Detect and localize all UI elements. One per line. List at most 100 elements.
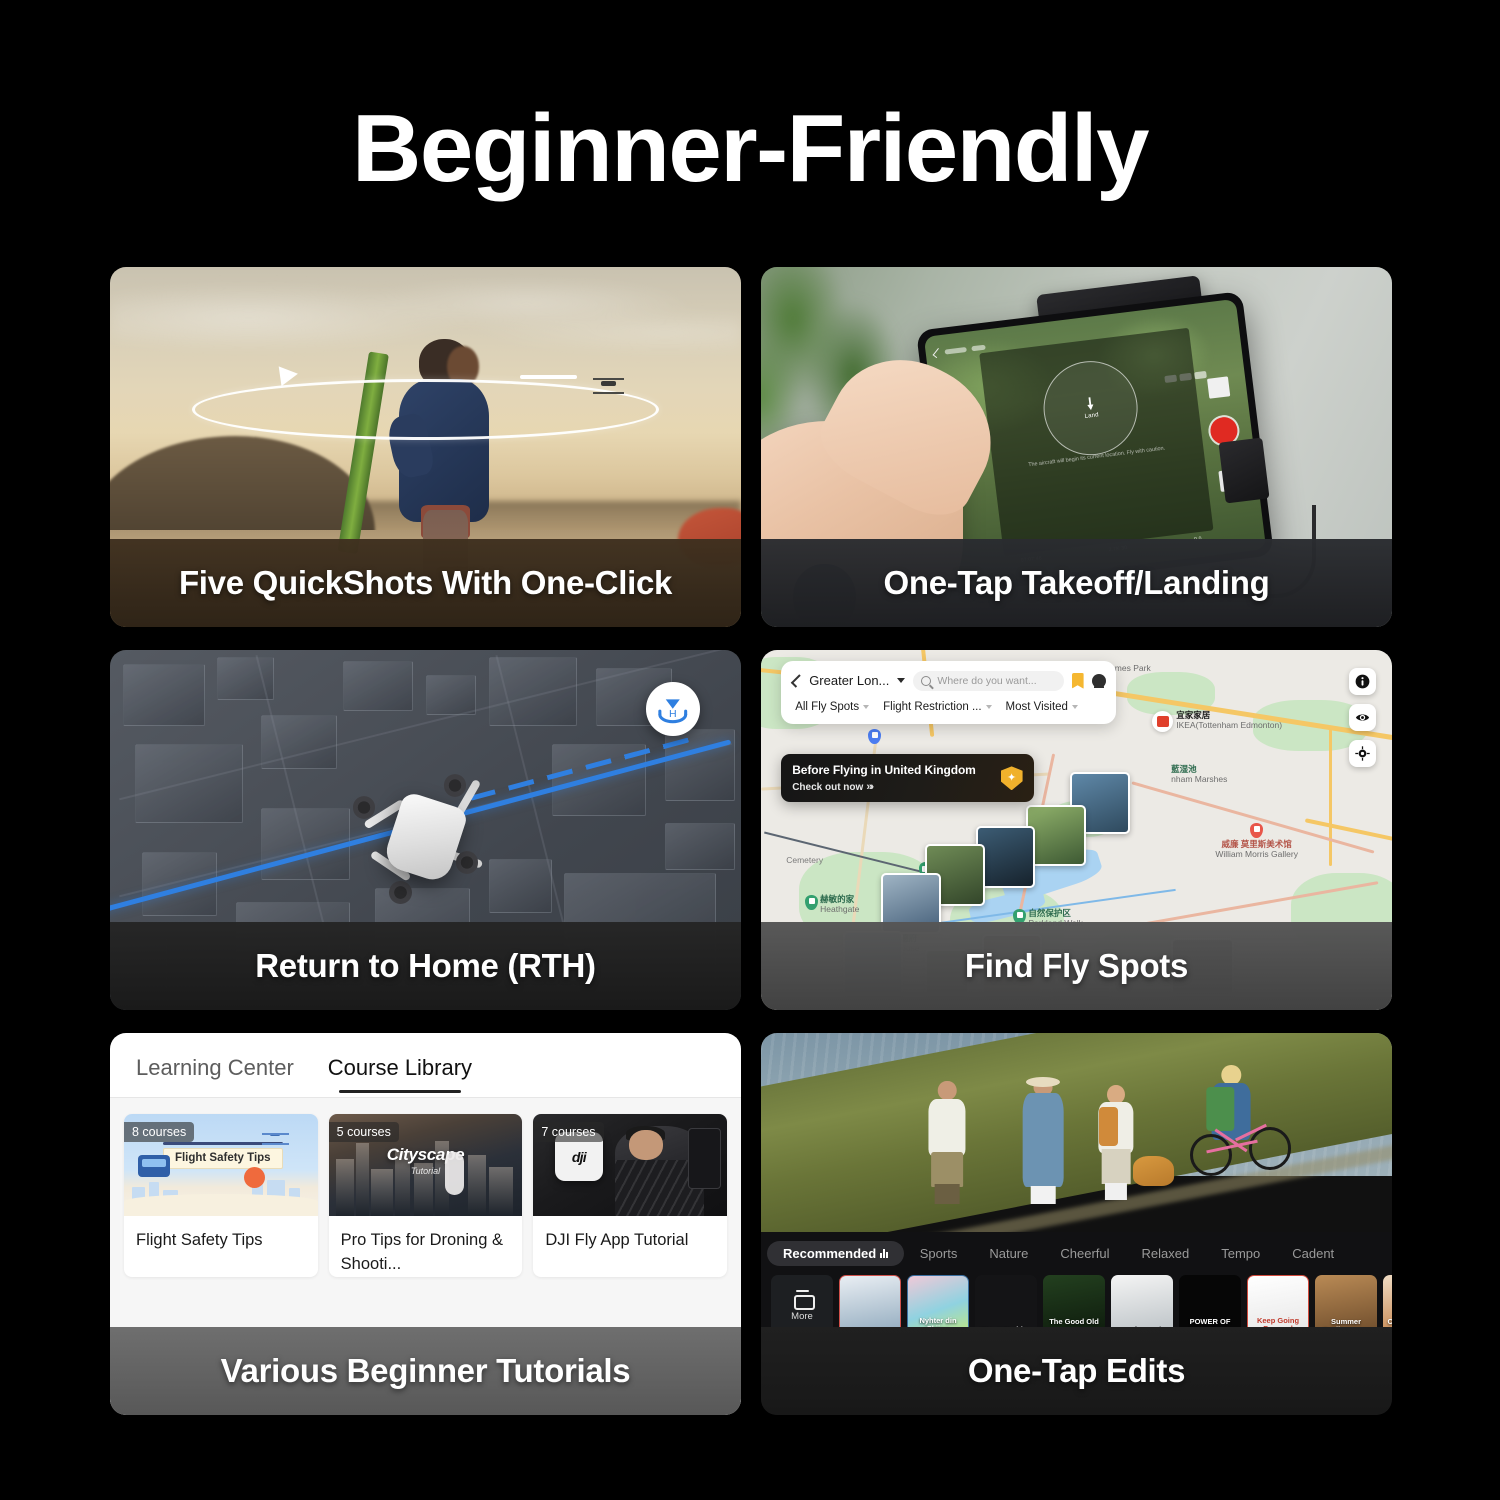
map-pin-icon bbox=[1250, 822, 1264, 838]
info-icon[interactable] bbox=[1348, 668, 1376, 695]
more-label: More bbox=[791, 1310, 813, 1322]
card-takeoff-landing[interactable]: Land The aircraft will begin its current… bbox=[761, 267, 1392, 627]
template-thumbnail[interactable] bbox=[839, 1274, 901, 1327]
land-arrow-icon bbox=[1085, 397, 1096, 411]
person-figure bbox=[1020, 1076, 1067, 1204]
family-photo bbox=[761, 1033, 1392, 1232]
bicycle bbox=[1190, 1116, 1292, 1184]
more-icon bbox=[793, 1289, 815, 1310]
rth-home-icon[interactable]: H bbox=[646, 682, 700, 737]
map-filter-row: All Fly Spots Flight Restriction ... Mos… bbox=[781, 697, 1115, 724]
parking-pin-icon bbox=[868, 729, 882, 745]
template-thumbnail[interactable]: Cool Age Long Time bbox=[1383, 1274, 1392, 1327]
remote-controller-icon bbox=[137, 1154, 171, 1178]
person-figure bbox=[925, 1080, 969, 1204]
poi-ikea[interactable]: 宜家家居 IKEA(Tottenham Edmonton) bbox=[1152, 710, 1282, 733]
drone-icon bbox=[592, 377, 625, 390]
poi-marshes[interactable]: 藍湿池 nham Marshes bbox=[1171, 764, 1227, 785]
feature-card-grid: Five QuickShots With One-Click Land The … bbox=[110, 267, 1392, 1415]
card-caption-tutorials: Various Beginner Tutorials bbox=[110, 1327, 741, 1415]
map-pin-icon bbox=[805, 894, 819, 910]
template-thumbnail[interactable]: Street Fashion bbox=[975, 1274, 1037, 1327]
map-search-panel[interactable]: Greater Lon... Where do you want... All … bbox=[781, 660, 1116, 724]
photo-mode-button[interactable] bbox=[1207, 376, 1231, 399]
banner-title: Before Flying in United Kingdom bbox=[792, 763, 976, 778]
tab-cadent[interactable]: Cadent bbox=[1276, 1241, 1350, 1266]
card-return-to-home[interactable]: H Return to Home (RTH) bbox=[110, 650, 741, 1010]
location-selector-label[interactable]: Greater Lon... bbox=[809, 673, 889, 688]
filter-flight-restriction[interactable]: Flight Restriction ... bbox=[883, 701, 992, 713]
template-thumbnail[interactable]: Joy of Exercise bbox=[1111, 1274, 1173, 1327]
orbit-arrow-icon bbox=[279, 363, 300, 387]
drone-icon bbox=[261, 1131, 289, 1138]
profile-avatar-icon[interactable] bbox=[1091, 673, 1106, 688]
chevron-down-icon[interactable] bbox=[897, 678, 906, 684]
tab-course-library[interactable]: Course Library bbox=[328, 1055, 472, 1093]
thumb-caption: dji bbox=[571, 1148, 587, 1165]
tab-cheerful[interactable]: Cheerful bbox=[1044, 1241, 1125, 1266]
page-root: Beginner-Friendly Five QuickShots With O… bbox=[0, 0, 1500, 1500]
card-one-tap-edits[interactable]: Recommended Sports Nature Cheerful Relax… bbox=[761, 1033, 1392, 1415]
course-thumbnail: 5 courses Cityscape Tutorial bbox=[328, 1114, 523, 1216]
course-title: DJI Fly App Tutorial bbox=[545, 1231, 689, 1249]
card-find-fly-spots[interactable]: Greater Lon... Where do you want... All … bbox=[761, 650, 1392, 1010]
card-beginner-tutorials[interactable]: Learning Center Course Library 8 courses bbox=[110, 1033, 741, 1415]
course-thumbnail: 8 courses Flight Safety Tips bbox=[124, 1114, 318, 1216]
land-button-label: Land bbox=[1084, 412, 1100, 421]
tab-recommended[interactable]: Recommended bbox=[767, 1240, 904, 1266]
course-badge: 5 courses bbox=[328, 1122, 399, 1142]
locate-icon[interactable] bbox=[1348, 740, 1376, 767]
tab-sports[interactable]: Sports bbox=[904, 1241, 974, 1266]
back-icon[interactable] bbox=[790, 674, 805, 688]
course-card-list: 8 courses Flight Safety Tips Flight Safe… bbox=[124, 1114, 728, 1277]
orbit-ring-icon bbox=[192, 378, 659, 440]
course-badge: 8 courses bbox=[124, 1122, 195, 1142]
card-caption-rth: Return to Home (RTH) bbox=[110, 922, 741, 1010]
svg-text:H: H bbox=[669, 708, 677, 720]
phone-side-grip bbox=[1218, 437, 1270, 504]
template-thumbnail[interactable]: POWER OF LIFE bbox=[1179, 1274, 1241, 1327]
flight-dash-line bbox=[520, 375, 577, 379]
equalizer-icon bbox=[880, 1248, 888, 1258]
course-badge: 7 courses bbox=[533, 1122, 604, 1142]
template-thumbnail[interactable]: The Good Old Days bbox=[1043, 1274, 1105, 1327]
poi-william-morris[interactable]: 威廉 莫里斯美术馆 William Morris Gallery bbox=[1215, 822, 1298, 860]
poi-parking[interactable] bbox=[868, 729, 882, 745]
tab-nature[interactable]: Nature bbox=[973, 1241, 1044, 1266]
card-caption-takeoff: One-Tap Takeoff/Landing bbox=[761, 539, 1392, 627]
tab-learning-center[interactable]: Learning Center bbox=[136, 1055, 294, 1093]
template-thumbnail[interactable]: Summer Feeling Love bbox=[1315, 1274, 1377, 1327]
poi-heathgate[interactable]: 赫敏的家 Heathgate bbox=[805, 894, 859, 915]
back-chevron-icon[interactable] bbox=[933, 348, 943, 359]
tab-tempo[interactable]: Tempo bbox=[1205, 1241, 1276, 1266]
filter-all-fly-spots[interactable]: All Fly Spots bbox=[795, 701, 870, 713]
course-card[interactable]: 5 courses Cityscape Tutorial Pro Tips fo… bbox=[328, 1114, 523, 1277]
card-quickshots[interactable]: Five QuickShots With One-Click bbox=[110, 267, 741, 627]
tab-relaxed[interactable]: Relaxed bbox=[1126, 1241, 1206, 1266]
course-title: Pro Tips for Droning & Shooti... bbox=[340, 1231, 503, 1273]
filter-most-visited[interactable]: Most Visited bbox=[1006, 701, 1078, 713]
card-caption-quickshots: Five QuickShots With One-Click bbox=[110, 539, 741, 627]
more-templates-button[interactable]: More bbox=[771, 1274, 833, 1327]
course-card[interactable]: 8 courses Flight Safety Tips Flight Safe… bbox=[124, 1114, 318, 1277]
dog bbox=[1133, 1156, 1175, 1186]
poi-cemetery: Cemetery bbox=[786, 855, 824, 866]
course-thumbnail: 7 courses dji bbox=[533, 1114, 728, 1216]
person-figure bbox=[1095, 1084, 1136, 1200]
before-flying-banner[interactable]: Before Flying in United Kingdom Check ou… bbox=[781, 754, 1034, 803]
search-placeholder: Where do you want... bbox=[937, 674, 1037, 687]
course-card[interactable]: 7 courses dji DJI Fly App Tutorial bbox=[533, 1114, 728, 1277]
template-thumbnail[interactable]: Nyhter din Skiing bbox=[907, 1274, 969, 1327]
phone-prop bbox=[688, 1128, 722, 1190]
template-thumbnail[interactable]: Keep Going Forward bbox=[1247, 1274, 1309, 1327]
store-icon bbox=[1152, 711, 1174, 733]
eye-icon[interactable] bbox=[1348, 704, 1376, 731]
bookmark-icon[interactable] bbox=[1071, 672, 1084, 689]
shield-icon: ✦ bbox=[1000, 766, 1023, 791]
map-controls bbox=[1348, 668, 1376, 767]
search-icon bbox=[921, 675, 932, 686]
card-caption-flyspots: Find Fly Spots bbox=[761, 922, 1392, 1010]
search-input[interactable]: Where do you want... bbox=[913, 670, 1064, 691]
thumb-caption: Flight Safety Tips bbox=[162, 1147, 283, 1170]
template-strip[interactable]: More Nyhter din Skiing Street Fashion bbox=[761, 1271, 1392, 1327]
